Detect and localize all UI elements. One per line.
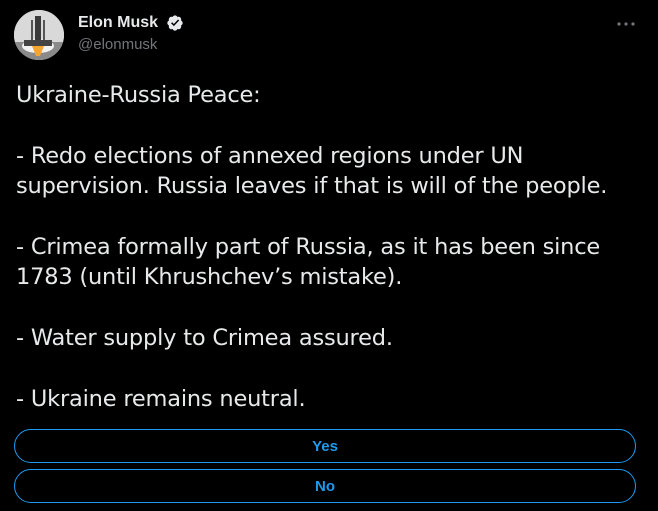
avatar[interactable] [14,10,64,60]
tweet-header: Elon Musk @elonmusk [14,6,644,62]
rocket-launch-avatar-icon [14,10,64,60]
author-display-name[interactable]: Elon Musk [78,14,158,32]
verified-badge-icon [167,14,183,31]
poll-option-no-button[interactable]: No [14,469,636,503]
author-info: Elon Musk @elonmusk [78,12,184,53]
tweet-paragraph: - Water supply to Crimea assured. [16,325,393,351]
tweet-paragraph: - Redo elections of annexed regions unde… [16,143,608,199]
tweet-paragraph: - Ukraine remains neutral. [16,386,306,412]
tweet-body: Ukraine-Russia Peace: - Redo elections o… [16,80,646,414]
poll-option-yes-button[interactable]: Yes [14,429,636,463]
author-handle[interactable]: @elonmusk [78,36,184,53]
more-options-icon[interactable] [616,16,636,30]
poll-option-label: No [315,477,335,495]
tweet-paragraph: - Crimea formally part of Russia, as it … [16,234,601,290]
tweet-paragraph: Ukraine-Russia Peace: [16,82,261,108]
poll-option-label: Yes [312,437,338,455]
